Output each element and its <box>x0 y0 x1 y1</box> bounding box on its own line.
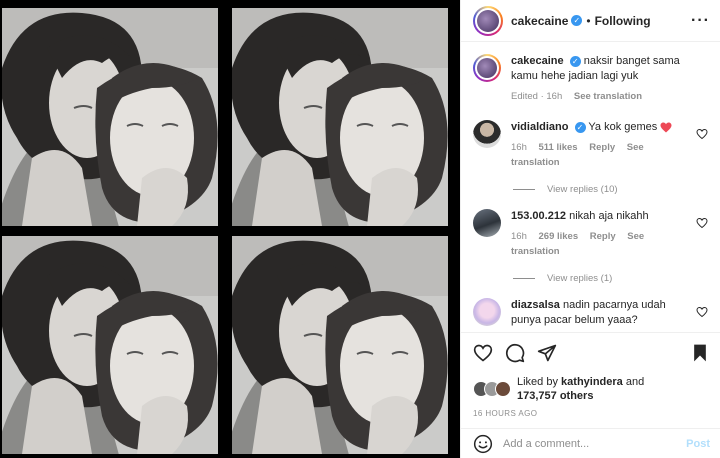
like-heart-icon[interactable] <box>473 343 493 363</box>
author-username[interactable]: cakecaine <box>511 14 568 28</box>
add-comment-bar: Post <box>461 428 720 458</box>
photobooth-frame-4 <box>232 236 448 454</box>
comment-input[interactable] <box>503 437 687 450</box>
comment-text: nikah aja nikahh <box>569 210 649 222</box>
comment-icon[interactable] <box>505 343 525 363</box>
verified-badge-icon: ✓ <box>569 55 581 67</box>
action-bar <box>473 341 710 365</box>
liked-by-user[interactable]: kathyindera <box>561 376 623 388</box>
post-side-panel: cakecaine ✓ • Following ··· cakecaine ✓ … <box>460 0 720 458</box>
post-actions: Liked by kathyindera and 173,757 others … <box>461 332 720 458</box>
comment-like-heart-icon[interactable] <box>696 306 708 318</box>
following-button[interactable]: Following <box>595 14 651 28</box>
comment-likes[interactable]: 511 likes <box>539 142 578 153</box>
view-replies-button[interactable]: View replies (10) <box>513 184 708 195</box>
comment-author[interactable]: vidialdiano <box>511 121 568 133</box>
post-header: cakecaine ✓ • Following ··· <box>461 0 720 42</box>
commenter-avatar[interactable] <box>473 120 501 148</box>
comment-item: vidialdiano ✓ Ya kok gemes 16h 511 likes… <box>473 120 708 170</box>
instagram-post-view: cakecaine ✓ • Following ··· cakecaine ✓ … <box>0 0 720 458</box>
post-photo[interactable] <box>0 0 460 458</box>
liked-by-summary: Liked by kathyindera and 173,757 others <box>473 375 710 403</box>
comment-item: diazsalsa nadin pacarnya udah punya paca… <box>473 298 708 328</box>
comment-item: 153.00.212 nikah aja nikahh 16h 269 like… <box>473 209 708 259</box>
liked-by-prefix: Liked by <box>517 376 558 388</box>
author-avatar[interactable] <box>473 5 503 36</box>
reply-button[interactable]: Reply <box>589 142 615 153</box>
bookmark-icon[interactable] <box>690 343 710 363</box>
verified-badge-icon: ✓ <box>571 15 583 26</box>
comment-author[interactable]: 153.00.212 <box>511 210 566 222</box>
emoji-smile-icon[interactable] <box>473 434 493 454</box>
comments-list[interactable]: cakecaine ✓ naksir banget sama kamu hehe… <box>461 42 720 332</box>
red-heart-emoji-icon <box>660 122 672 133</box>
view-replies-label: View replies (1) <box>547 273 613 284</box>
post-comment-button[interactable]: Post <box>686 438 710 450</box>
comment-like-heart-icon[interactable] <box>696 128 708 140</box>
caption-meta: Edited · 16h See translation <box>511 89 708 104</box>
liked-by-avatars[interactable] <box>473 381 511 397</box>
more-options-icon[interactable]: ··· <box>691 12 710 30</box>
header-separator: • <box>586 13 591 28</box>
view-replies-button[interactable]: View replies (1) <box>513 273 708 284</box>
comment-meta: 16h 269 likes Reply See translation <box>511 229 686 259</box>
comment-time: 16h <box>511 142 527 153</box>
comment-author[interactable]: diazsalsa <box>511 299 560 311</box>
caption-author-avatar[interactable] <box>473 54 501 82</box>
photobooth-frame-2 <box>232 8 448 226</box>
reply-button[interactable]: Reply <box>590 231 616 242</box>
caption-author[interactable]: cakecaine <box>511 55 564 67</box>
commenter-avatar[interactable] <box>473 298 501 326</box>
photobooth-frame-1 <box>2 8 218 226</box>
view-replies-label: View replies (10) <box>547 184 618 195</box>
verified-badge-icon: ✓ <box>574 121 586 133</box>
caption-edited: Edited · 16h <box>511 91 563 102</box>
liked-by-and: and <box>625 376 645 388</box>
comment-meta: 16h 511 likes Reply See translation <box>511 140 686 170</box>
comment-time: 16h <box>511 231 527 242</box>
see-translation-link[interactable]: See translation <box>574 91 642 102</box>
post-caption: cakecaine ✓ naksir banget sama kamu hehe… <box>473 54 708 104</box>
commenter-avatar[interactable] <box>473 209 501 237</box>
comment-likes[interactable]: 269 likes <box>539 231 579 242</box>
share-icon[interactable] <box>537 343 557 363</box>
comment-text: Ya kok gemes <box>588 121 658 133</box>
post-timestamp[interactable]: 16 HOURS AGO <box>473 409 710 418</box>
liked-by-others[interactable]: 173,757 others <box>517 390 593 402</box>
photobooth-frame-3 <box>2 236 218 454</box>
comment-like-heart-icon[interactable] <box>696 217 708 229</box>
